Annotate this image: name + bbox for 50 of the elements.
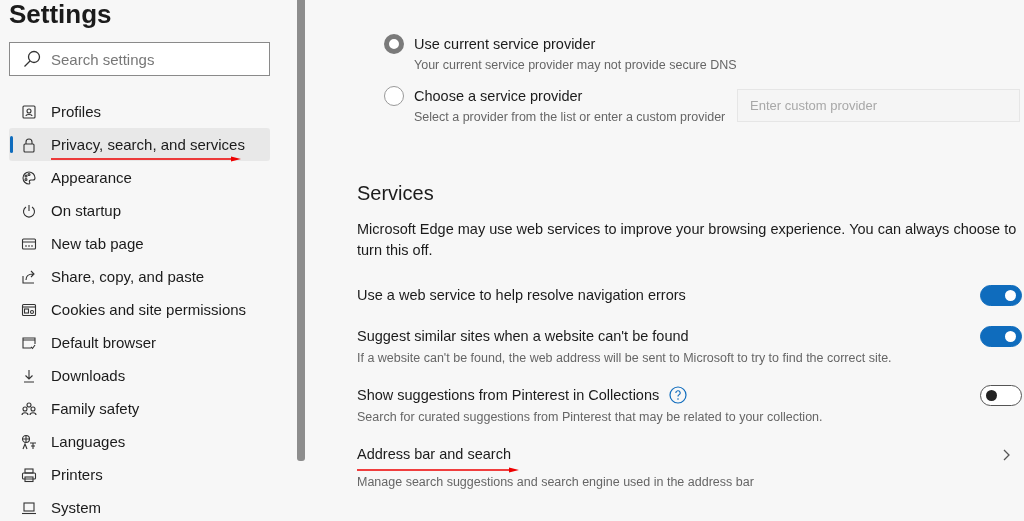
setting-description: Manage search suggestions and search engine used in the address bar	[357, 475, 754, 489]
setting-label: Use a web service to help resolve navigation errors	[357, 286, 686, 305]
power-icon	[21, 202, 37, 219]
laptop-icon	[21, 499, 37, 516]
people-icon	[21, 400, 37, 417]
option-label: Use current service provider	[414, 35, 597, 54]
globe-icon	[21, 433, 37, 450]
toggle-switch[interactable]	[980, 285, 1022, 306]
nav-item[interactable]: Cookies and site permissions	[9, 293, 270, 326]
setting-description: If a website can't be found, the web address will be sent to Microsoft to try to find the correct site.	[357, 351, 892, 365]
nav-item[interactable]: System	[9, 491, 270, 521]
setting-label[interactable]: Address bar and search	[357, 444, 511, 464]
setting-label: Show suggestions from Pinterest in Collections	[357, 386, 660, 405]
radio-button[interactable]	[384, 86, 404, 106]
nav-item[interactable]: On startup	[9, 194, 270, 227]
printer-icon	[21, 466, 37, 483]
nav-item[interactable]: Family safety	[9, 392, 270, 425]
window-icon	[21, 235, 37, 252]
window-gear-icon	[21, 301, 37, 318]
lock-icon	[21, 136, 37, 153]
search-field[interactable]: Search settings	[9, 42, 270, 76]
nav-item[interactable]: Default browser	[9, 326, 270, 359]
radio-button[interactable]	[384, 34, 404, 54]
window-check-icon	[21, 334, 37, 351]
option-description: Select a provider from the list or enter a custom provider	[414, 110, 727, 124]
toggle-switch[interactable]	[980, 326, 1022, 347]
nav-item[interactable]: Appearance	[9, 161, 270, 194]
setting-description: Search for curated suggestions from Pinterest that may be related to your collection.	[357, 410, 823, 424]
download-icon	[21, 367, 37, 384]
scrollbar-thumb[interactable]	[297, 0, 305, 461]
help-icon[interactable]	[669, 386, 688, 404]
search-icon	[22, 49, 42, 69]
nav-item[interactable]: Privacy, search, and services	[9, 128, 270, 161]
selection-indicator	[10, 136, 13, 153]
option-label: Choose a service provider	[414, 87, 584, 106]
share-icon	[21, 268, 37, 285]
section-heading: Services	[357, 181, 435, 206]
toggle-switch[interactable]	[980, 385, 1022, 406]
nav-item[interactable]: New tab page	[9, 227, 270, 260]
nav-item[interactable]: Printers	[9, 458, 270, 491]
profile-icon	[21, 103, 37, 120]
section-description: Microsoft Edge may use web services to improve your browsing experience. You can always choose to turn this off.	[357, 220, 1018, 260]
nav-item[interactable]: Languages	[9, 425, 270, 458]
nav-item[interactable]: Downloads	[9, 359, 270, 392]
option-description: Your current service provider may not provide secure DNS	[414, 58, 738, 72]
setting-label: Suggest similar sites when a website can't be found	[357, 327, 689, 346]
page-title: Settings	[9, 0, 113, 31]
palette-icon	[21, 169, 37, 186]
nav-item[interactable]: Profiles	[9, 95, 270, 128]
nav-item[interactable]: Share, copy, and paste	[9, 260, 270, 293]
